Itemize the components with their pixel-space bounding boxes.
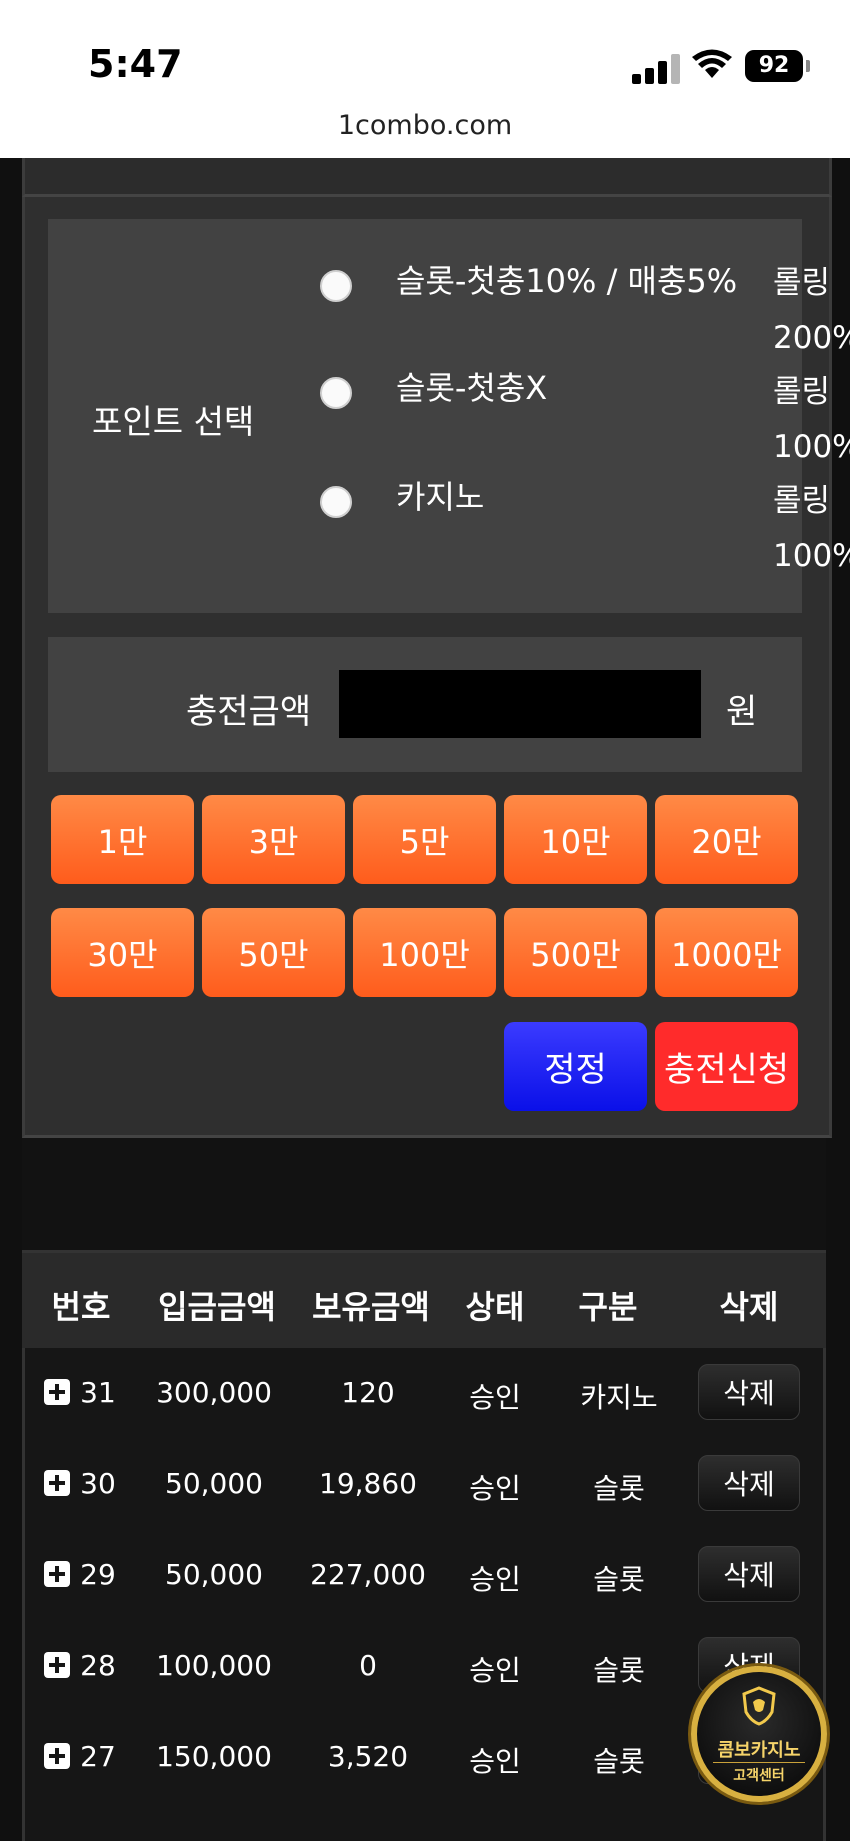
amount-button-10[interactable]: 10만 <box>504 795 647 884</box>
section-gap <box>22 1138 826 1250</box>
rolling-label: 롤링 <box>773 374 831 410</box>
header-balance: 보유금액 <box>312 1288 430 1326</box>
table-row: 31 300,000 120 승인 카지노 삭제 <box>22 1354 826 1445</box>
table-row: 29 50,000 227,000 승인 슬롯 삭제 <box>22 1536 826 1627</box>
delete-button[interactable]: 삭제 <box>698 1546 800 1602</box>
amount-button-1[interactable]: 1만 <box>51 795 194 884</box>
cell-status: 승인 <box>469 1563 521 1596</box>
point-option-slot-first[interactable]: 슬롯-첫충10% / 매충5% <box>320 256 850 316</box>
cell-category: 카지노 <box>580 1381 658 1414</box>
cell-deposit: 300,000 <box>156 1376 272 1409</box>
wifi-icon <box>692 49 732 78</box>
battery-icon: 92 <box>745 50 803 82</box>
rolling-label: 롤링 <box>773 265 831 301</box>
badge-title: 콤보카지노 <box>717 1740 801 1761</box>
point-option-label: 카지노 <box>396 478 485 516</box>
customer-center-badge[interactable]: 콤보카지노 고객센터 <box>691 1666 827 1802</box>
amount-button-20[interactable]: 20만 <box>655 795 798 884</box>
address-bar[interactable]: 1combo.com <box>0 110 850 141</box>
cell-category: 슬롯 <box>593 1563 645 1596</box>
header-delete: 삭제 <box>719 1288 779 1326</box>
point-option-slot-none[interactable]: 슬롯-첫충X <box>320 363 850 423</box>
cell-category: 슬롯 <box>593 1745 645 1778</box>
reset-button[interactable]: 정정 <box>504 1022 647 1111</box>
charge-amount-label: 충전금액 <box>186 692 312 732</box>
cell-deposit: 50,000 <box>165 1558 263 1591</box>
radio-button[interactable] <box>320 377 352 409</box>
table-row: 30 50,000 19,860 승인 슬롯 삭제 <box>22 1445 826 1536</box>
amount-button-50[interactable]: 50만 <box>202 908 345 997</box>
cell-status: 승인 <box>469 1654 521 1687</box>
cell-balance: 0 <box>359 1649 377 1682</box>
expand-icon[interactable] <box>44 1743 70 1769</box>
charge-request-button[interactable]: 충전신청 <box>655 1022 798 1111</box>
cell-number: 30 <box>80 1467 116 1500</box>
cell-deposit: 100,000 <box>156 1649 272 1682</box>
badge-subtitle: 고객센터 <box>713 1762 805 1785</box>
cell-status: 승인 <box>469 1472 521 1505</box>
expand-icon[interactable] <box>44 1379 70 1405</box>
rolling-value: 100% <box>773 538 850 574</box>
battery-nub <box>806 60 810 72</box>
signal-icon <box>632 52 682 84</box>
cell-number: 28 <box>80 1649 116 1682</box>
top-strip <box>22 158 832 197</box>
point-option-label: 슬롯-첫충10% / 매충5% <box>396 262 738 300</box>
rolling-label: 롤링 <box>773 483 831 519</box>
cell-deposit: 150,000 <box>156 1740 272 1773</box>
cell-number: 31 <box>80 1376 116 1409</box>
header-category: 구분 <box>578 1288 638 1326</box>
cell-status: 승인 <box>469 1381 521 1414</box>
cell-balance: 227,000 <box>310 1558 426 1591</box>
amount-button-1000[interactable]: 1000만 <box>655 908 798 997</box>
currency-unit: 원 <box>726 692 758 732</box>
cell-deposit: 50,000 <box>165 1467 263 1500</box>
cell-balance: 19,860 <box>319 1467 417 1500</box>
expand-icon[interactable] <box>44 1470 70 1496</box>
charge-amount-input[interactable] <box>339 670 701 738</box>
status-time: 5:47 <box>88 42 183 86</box>
point-option-casino[interactable]: 카지노 <box>320 472 850 532</box>
point-select-label: 포인트 선택 <box>92 402 255 441</box>
shield-emblem-icon <box>742 1686 776 1726</box>
rolling-value: 200% <box>773 320 850 356</box>
radio-button[interactable] <box>320 270 352 302</box>
radio-button[interactable] <box>320 486 352 518</box>
amount-button-30[interactable]: 30만 <box>51 908 194 997</box>
cell-status: 승인 <box>469 1745 521 1778</box>
cell-category: 슬롯 <box>593 1654 645 1687</box>
amount-button-500[interactable]: 500만 <box>504 908 647 997</box>
cell-category: 슬롯 <box>593 1472 645 1505</box>
cell-number: 29 <box>80 1558 116 1591</box>
delete-button[interactable]: 삭제 <box>698 1455 800 1511</box>
expand-icon[interactable] <box>44 1561 70 1587</box>
amount-button-5[interactable]: 5만 <box>353 795 496 884</box>
point-option-label: 슬롯-첫충X <box>396 369 548 407</box>
header-number: 번호 <box>51 1288 111 1326</box>
header-status: 상태 <box>465 1288 525 1326</box>
amount-button-100[interactable]: 100만 <box>353 908 496 997</box>
rolling-value: 100% <box>773 429 850 465</box>
amount-button-3[interactable]: 3만 <box>202 795 345 884</box>
header-deposit: 입금금액 <box>158 1288 276 1326</box>
cell-balance: 3,520 <box>327 1740 409 1773</box>
cell-number: 27 <box>80 1740 116 1773</box>
expand-icon[interactable] <box>44 1652 70 1678</box>
cell-balance: 120 <box>341 1376 395 1409</box>
delete-button[interactable]: 삭제 <box>698 1364 800 1420</box>
